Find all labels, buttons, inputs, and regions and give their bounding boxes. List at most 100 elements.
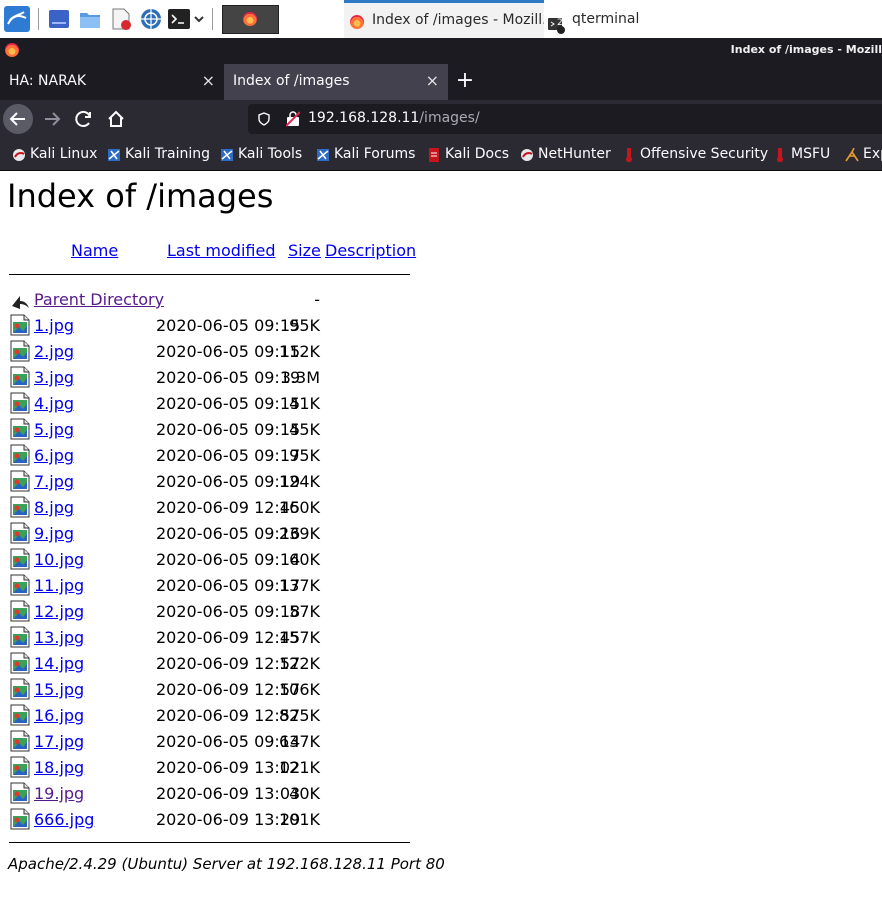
file-link[interactable]: 8.jpg bbox=[34, 498, 74, 517]
file-size: 637K bbox=[278, 732, 320, 751]
image-file-icon bbox=[10, 496, 30, 518]
file-manager-icon[interactable] bbox=[79, 8, 101, 30]
image-file-icon bbox=[10, 756, 30, 778]
reload-button[interactable] bbox=[69, 104, 99, 134]
close-tab-icon[interactable]: × bbox=[202, 71, 215, 90]
file-link[interactable]: 2.jpg bbox=[34, 342, 74, 361]
tab-ha-narak[interactable]: HA: NARAK × bbox=[0, 64, 224, 100]
sort-by-description-link[interactable]: Description bbox=[325, 241, 416, 260]
taskbar-window-qterminal[interactable]: 2 qterminal bbox=[544, 0, 684, 38]
file-link[interactable]: 16.jpg bbox=[34, 706, 84, 725]
file-row: 9.jpg 2020-06-05 09:16 239K bbox=[0, 522, 420, 548]
file-link[interactable]: 19.jpg bbox=[34, 784, 84, 803]
file-link[interactable]: 9.jpg bbox=[34, 524, 74, 543]
file-link[interactable]: 13.jpg bbox=[34, 628, 84, 647]
new-tab-button[interactable]: + bbox=[453, 68, 477, 94]
file-row: 18.jpg 2020-06-09 13:02 121K bbox=[0, 756, 420, 782]
close-tab-icon[interactable]: × bbox=[426, 71, 439, 90]
address-bar[interactable]: 192.168.128.11/images/ bbox=[248, 104, 882, 134]
file-row: 10.jpg 2020-06-05 09:14 60K bbox=[0, 548, 420, 574]
parent-directory-link[interactable]: Parent Directory bbox=[34, 290, 164, 309]
show-desktop-icon[interactable] bbox=[48, 8, 70, 30]
file-size: 41K bbox=[289, 394, 320, 413]
file-last-modified: 2020-06-05 09:18 bbox=[156, 602, 301, 621]
file-link[interactable]: 666.jpg bbox=[34, 810, 94, 829]
browser-titlebar: Index of /images - Mozill bbox=[0, 38, 882, 64]
file-last-modified: 2020-06-09 13:03 bbox=[156, 784, 301, 803]
taskbar-window-title: Index of /images - Mozill... bbox=[372, 12, 544, 28]
file-size: 95K bbox=[289, 446, 320, 465]
tab-index-of-images[interactable]: Index of /images × bbox=[224, 64, 448, 100]
file-row: 16.jpg 2020-06-09 12:57 825K bbox=[0, 704, 420, 730]
file-last-modified: 2020-06-05 09:17 bbox=[156, 446, 301, 465]
sort-by-name-link[interactable]: Name bbox=[71, 241, 118, 260]
offsec-icon bbox=[626, 148, 632, 162]
file-link[interactable]: 6.jpg bbox=[34, 446, 74, 465]
file-row: 2.jpg 2020-06-05 09:15 112K bbox=[0, 340, 420, 366]
insecure-lock-icon[interactable] bbox=[286, 111, 300, 127]
terminal-launcher-icon[interactable] bbox=[167, 8, 207, 30]
image-file-icon bbox=[10, 782, 30, 804]
file-size: 57K bbox=[289, 602, 320, 621]
forward-button[interactable] bbox=[37, 104, 67, 134]
url-path: /images/ bbox=[419, 110, 480, 126]
bookmark-label: Kali Docs bbox=[445, 146, 510, 162]
window-title: Index of /images - Mozill bbox=[730, 43, 882, 56]
text-editor-icon[interactable] bbox=[110, 8, 132, 30]
file-row: 8.jpg 2020-06-09 12:45 160K bbox=[0, 496, 420, 522]
file-last-modified: 2020-06-05 09:15 bbox=[156, 316, 301, 335]
file-size: 101K bbox=[278, 810, 320, 829]
image-file-icon bbox=[10, 626, 30, 648]
sort-by-size-link[interactable]: Size bbox=[288, 241, 321, 260]
file-link[interactable]: 4.jpg bbox=[34, 394, 74, 413]
image-file-icon bbox=[10, 418, 30, 440]
back-button[interactable] bbox=[3, 104, 33, 134]
file-row: 7.jpg 2020-06-05 09:19 124K bbox=[0, 470, 420, 496]
file-link[interactable]: 10.jpg bbox=[34, 550, 84, 569]
taskbar-window-title: qterminal bbox=[572, 11, 640, 27]
taskbar-window-firefox[interactable]: Index of /images - Mozill... bbox=[344, 0, 544, 38]
sort-by-last-modified-link[interactable]: Last modified bbox=[167, 241, 275, 260]
tab-strip: HA: NARAK × Index of /images × + bbox=[0, 64, 882, 100]
file-last-modified: 2020-06-05 09:14 bbox=[156, 550, 301, 569]
kali-dragon-icon bbox=[521, 149, 533, 161]
image-file-icon bbox=[10, 678, 30, 700]
file-row: 5.jpg 2020-06-05 09:15 45K bbox=[0, 418, 420, 444]
firefox-icon bbox=[350, 15, 364, 29]
arrow-right-icon bbox=[45, 112, 61, 126]
shield-icon[interactable] bbox=[258, 112, 270, 126]
image-file-icon bbox=[10, 704, 30, 726]
tab-label: Index of /images bbox=[233, 73, 350, 89]
bookmark-label: Offensive Security bbox=[640, 146, 769, 162]
bookmark-label: NetHunter bbox=[538, 146, 611, 162]
firefox-icon bbox=[243, 12, 257, 26]
file-link[interactable]: 1.jpg bbox=[34, 316, 74, 335]
file-link[interactable]: 11.jpg bbox=[34, 576, 84, 595]
file-link[interactable]: 3.jpg bbox=[34, 368, 74, 387]
file-row: 666.jpg 2020-06-09 13:29 101K bbox=[0, 808, 420, 834]
home-button[interactable] bbox=[101, 104, 131, 134]
workspace-switcher[interactable] bbox=[222, 5, 279, 34]
file-size: 40K bbox=[289, 784, 320, 803]
kali-tools-icon bbox=[221, 149, 233, 161]
kali-forums-icon bbox=[317, 149, 329, 161]
home-icon bbox=[108, 110, 124, 127]
file-link[interactable]: 15.jpg bbox=[34, 680, 84, 699]
image-file-icon bbox=[10, 314, 30, 336]
file-link[interactable]: 14.jpg bbox=[34, 654, 84, 673]
bookmarks-toolbar: Kali Linux Kali Training Kali Tools Kali… bbox=[0, 138, 882, 171]
file-link[interactable]: 5.jpg bbox=[34, 420, 74, 439]
file-link[interactable]: 18.jpg bbox=[34, 758, 84, 777]
web-browser-icon[interactable] bbox=[140, 8, 162, 30]
file-link[interactable]: 12.jpg bbox=[34, 602, 84, 621]
file-size: 106K bbox=[278, 680, 320, 699]
file-link[interactable]: 7.jpg bbox=[34, 472, 74, 491]
file-row: 4.jpg 2020-06-05 09:15 41K bbox=[0, 392, 420, 418]
file-row: 11.jpg 2020-06-05 09:17 137K bbox=[0, 574, 420, 600]
file-last-modified: 2020-06-05 09:15 bbox=[156, 420, 301, 439]
image-file-icon bbox=[10, 522, 30, 544]
kali-training-icon bbox=[108, 149, 120, 161]
file-link[interactable]: 17.jpg bbox=[34, 732, 84, 751]
kali-menu-icon[interactable] bbox=[4, 6, 30, 32]
bookmark-label: Kali Tools bbox=[238, 146, 303, 162]
